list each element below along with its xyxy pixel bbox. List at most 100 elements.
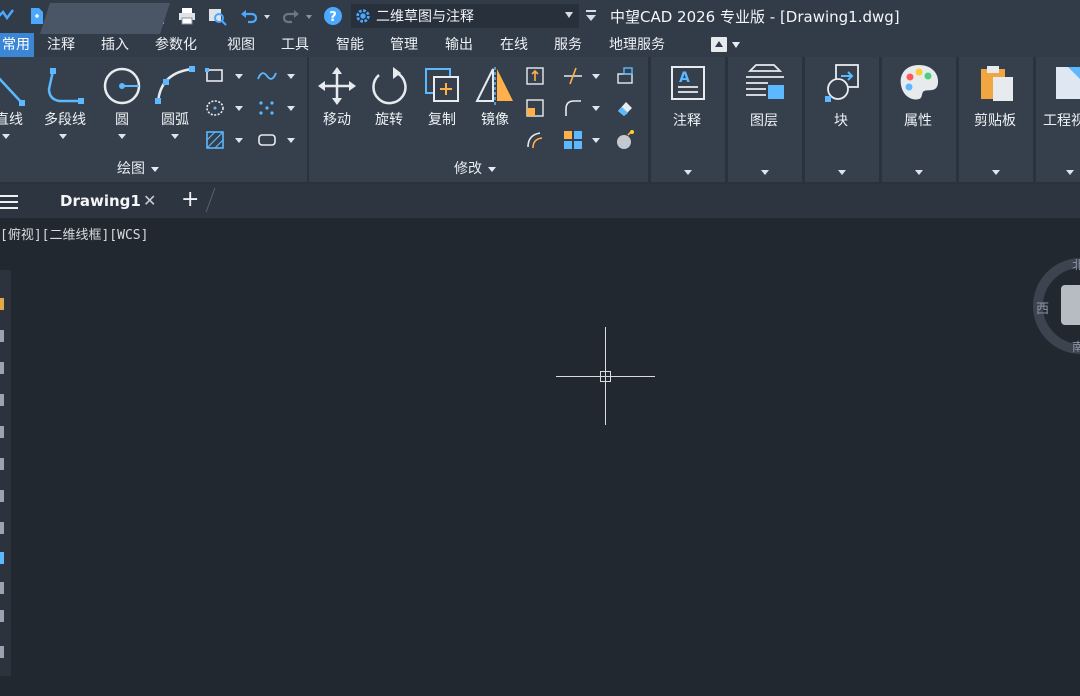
close-icon[interactable]: ✕	[143, 191, 156, 210]
explode-button[interactable]	[614, 129, 636, 151]
tab-home[interactable]: 常用	[0, 33, 34, 57]
redo-dropdown-icon[interactable]	[302, 5, 316, 27]
toolbar-tool-icon[interactable]	[0, 458, 4, 470]
layer-panel[interactable]: 图层	[728, 57, 802, 182]
toolbar-tool-icon[interactable]	[0, 330, 4, 342]
tab-annotate[interactable]: 注释	[47, 33, 75, 57]
hatch-button[interactable]	[204, 129, 226, 151]
undo-icon[interactable]	[238, 5, 260, 27]
copy-button[interactable]: 复制	[419, 65, 465, 129]
align-button[interactable]	[614, 65, 636, 87]
move-button[interactable]: 移动	[315, 65, 359, 129]
modify-panel-title[interactable]: 修改	[454, 158, 496, 178]
arc-dropdown-icon[interactable]	[171, 134, 179, 139]
tab-tools[interactable]: 工具	[281, 33, 309, 57]
circle-button[interactable]: 圆	[100, 65, 144, 129]
trim-dropdown-icon[interactable]	[592, 74, 600, 79]
draw-panel-title[interactable]: 绘图	[117, 158, 159, 178]
compass-west-label[interactable]: 西	[1036, 298, 1049, 317]
chevron-down-icon	[992, 170, 1000, 175]
ribbon-minimize-icon[interactable]	[711, 37, 727, 52]
document-tab-label[interactable]: Drawing1	[60, 192, 141, 210]
customize-qat-icon[interactable]	[580, 5, 602, 27]
plot-preview-icon[interactable]	[206, 5, 228, 27]
point-button[interactable]	[256, 97, 278, 119]
toolbar-tool-icon[interactable]	[0, 522, 4, 534]
toolbar-tool-icon[interactable]	[0, 394, 4, 406]
viewport-controls[interactable]: [俯视][二维线框][WCS]	[0, 224, 148, 243]
properties-panel[interactable]: 属性	[882, 57, 956, 182]
print-icon[interactable]	[176, 5, 198, 27]
annotation-panel[interactable]: A 注释	[651, 57, 725, 182]
eraser-icon	[618, 102, 632, 116]
array-dropdown-icon[interactable]	[592, 138, 600, 143]
toolbar-tool-icon[interactable]	[0, 610, 4, 622]
scale-button[interactable]	[524, 97, 546, 119]
tab-online[interactable]: 在线	[500, 33, 528, 57]
redo-icon[interactable]	[280, 5, 302, 27]
left-toolbar	[0, 270, 11, 676]
engineering-panel[interactable]: 工程视	[1036, 57, 1080, 182]
toolbar-tool-icon[interactable]	[0, 426, 4, 438]
app-menu-icon[interactable]	[0, 5, 16, 27]
tab-view[interactable]: 视图	[227, 33, 255, 57]
point-dropdown-icon[interactable]	[287, 106, 295, 111]
fillet-dropdown-icon[interactable]	[592, 106, 600, 111]
tab-insert[interactable]: 插入	[101, 33, 129, 57]
tab-services[interactable]: 服务	[554, 33, 582, 57]
spline-dropdown-icon[interactable]	[287, 74, 295, 79]
rectangle-button[interactable]	[204, 65, 226, 87]
hatch-dropdown-icon[interactable]	[235, 138, 243, 143]
line-button[interactable]: 直线	[0, 65, 32, 129]
trim-button[interactable]	[562, 65, 584, 87]
drawing-canvas[interactable]	[0, 218, 1080, 696]
line-dropdown-icon[interactable]	[2, 134, 10, 139]
toolbar-tool-icon[interactable]	[0, 582, 4, 594]
ellipse-button[interactable]	[204, 97, 226, 119]
fillet-icon	[565, 100, 581, 116]
rectangle-dropdown-icon[interactable]	[235, 74, 243, 79]
add-tab-icon[interactable]: +	[181, 187, 199, 212]
spline-button[interactable]	[256, 65, 278, 87]
compass-south-label[interactable]: 南	[1072, 338, 1080, 355]
view-cube[interactable]	[1061, 285, 1080, 325]
toolbar-tool-icon[interactable]	[0, 552, 4, 564]
polyline-dropdown-icon[interactable]	[59, 134, 67, 139]
scale-icon	[526, 99, 544, 117]
layers-icon	[746, 64, 784, 99]
toolbar-tool-icon[interactable]	[0, 646, 4, 658]
rotate-button[interactable]: 旋转	[367, 65, 411, 129]
clipboard-panel[interactable]: 剪贴板	[959, 57, 1033, 182]
fillet-button[interactable]	[562, 97, 584, 119]
tab-smart[interactable]: 智能	[336, 33, 364, 57]
circle-icon	[103, 67, 141, 105]
array-icon	[564, 131, 582, 149]
toolbar-tool-icon[interactable]	[0, 362, 4, 374]
stretch-button[interactable]	[524, 65, 546, 87]
array-button[interactable]	[562, 129, 584, 151]
arc-button[interactable]: 圆弧	[152, 65, 198, 129]
ellipse-dropdown-icon[interactable]	[235, 106, 243, 111]
region-dropdown-icon[interactable]	[287, 138, 295, 143]
erase-button[interactable]	[614, 97, 636, 119]
menu-icon[interactable]	[0, 195, 18, 213]
toolbar-tool-icon[interactable]	[0, 490, 4, 502]
compass-north-label[interactable]: 北	[1072, 256, 1080, 273]
workspace-select[interactable]: 二维草图与注释	[351, 4, 579, 28]
block-panel[interactable]: 块	[805, 57, 879, 182]
document-tab[interactable]	[40, 3, 170, 34]
polyline-button[interactable]: 多段线	[40, 65, 90, 129]
tab-output[interactable]: 输出	[445, 33, 473, 57]
annotation-icon: A	[671, 66, 705, 100]
circle-dropdown-icon[interactable]	[118, 134, 126, 139]
ribbon-options-icon[interactable]	[732, 42, 740, 48]
offset-button[interactable]	[524, 129, 546, 151]
toolbar-tool-icon[interactable]	[0, 298, 4, 310]
tab-parametric[interactable]: 参数化	[155, 33, 197, 57]
undo-dropdown-icon[interactable]	[260, 5, 274, 27]
help-icon[interactable]: ?	[322, 5, 344, 27]
tab-manage[interactable]: 管理	[390, 33, 418, 57]
region-button[interactable]	[256, 129, 278, 151]
mirror-button[interactable]: 镜像	[473, 65, 517, 129]
tab-geo-services[interactable]: 地理服务	[609, 33, 665, 57]
